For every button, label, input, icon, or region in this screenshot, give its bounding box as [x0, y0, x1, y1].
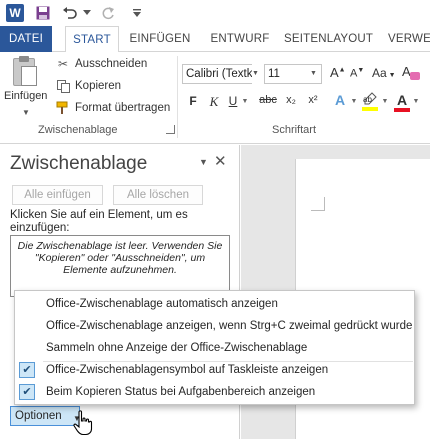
tab-start[interactable]: START: [65, 26, 119, 53]
format-painter-label: Format übertragen: [75, 102, 171, 114]
clear-formatting-icon[interactable]: A: [402, 64, 420, 82]
paintbrush-icon: [56, 101, 70, 115]
menu-item-label: Beim Kopieren Status bei Aufgabenbereich…: [46, 386, 316, 398]
undo-dropdown-icon[interactable]: [82, 3, 92, 23]
menu-item-label: Sammeln ohne Anzeige der Office-Zwischen…: [46, 342, 308, 354]
options-label: Optionen: [15, 410, 62, 422]
strikethrough-button[interactable]: abc: [256, 94, 280, 112]
redo-icon[interactable]: [100, 3, 116, 23]
svg-text:ab: ab: [363, 95, 372, 104]
paste-label: Einfügen: [4, 90, 48, 102]
tab-datei[interactable]: DATEI: [0, 26, 52, 52]
chevron-down-icon[interactable]: ▼: [22, 108, 30, 117]
font-name-field[interactable]: Calibri (Textk: [182, 64, 262, 84]
options-menu: Office-Zwischenablage automatisch anzeig…: [14, 290, 415, 405]
menu-item-label: Office-Zwischenablagensymbol auf Tasklei…: [46, 364, 329, 376]
paste-all-button[interactable]: Alle einfügen: [12, 185, 103, 205]
menu-item-taskbar-icon[interactable]: ✔ Office-Zwischenablagensymbol auf Taskl…: [15, 359, 414, 381]
text-effects-icon[interactable]: A: [332, 92, 348, 110]
clear-all-button[interactable]: Alle löschen: [113, 185, 203, 205]
highlight-color-bar: [362, 107, 378, 111]
margin-marker: [311, 197, 325, 211]
chevron-down-icon[interactable]: ▼: [412, 98, 420, 116]
options-button[interactable]: Optionen ▼: [10, 406, 81, 426]
group-divider: [177, 56, 178, 138]
menu-item-show-status[interactable]: ✔ Beim Kopieren Status bei Aufgabenberei…: [15, 381, 414, 403]
checkmark-icon: ✔: [19, 362, 35, 378]
pane-title: Zwischenablage: [10, 153, 148, 174]
chevron-down-icon[interactable]: ▼: [381, 98, 389, 116]
change-case-button[interactable]: Aa ▼: [372, 66, 396, 80]
chevron-down-icon[interactable]: ▼: [252, 64, 262, 84]
save-icon[interactable]: [35, 3, 51, 23]
italic-button[interactable]: K: [207, 94, 221, 112]
chevron-down-icon[interactable]: ▼: [310, 64, 320, 84]
font-color-icon[interactable]: A: [394, 92, 410, 112]
tab-verweise[interactable]: VERWE: [388, 26, 430, 52]
font-color-bar: [394, 108, 410, 112]
chevron-down-icon[interactable]: ▼: [241, 98, 249, 116]
ribbon: Einfügen ▼ ✂ Ausschneiden Kopieren Forma…: [0, 52, 430, 144]
shrink-font-button[interactable]: A▼: [350, 67, 364, 80]
undo-icon[interactable]: [62, 3, 78, 23]
checkmark-icon: ✔: [19, 384, 35, 400]
page-icon: [21, 66, 37, 86]
subscript-button[interactable]: x₂: [283, 94, 299, 112]
clipboard-empty-message: Die Zwischenablage ist leer. Verwenden S…: [10, 235, 230, 297]
menu-item-show-on-ctrl-c-twice[interactable]: Office-Zwischenablage anzeigen, wenn Str…: [15, 315, 414, 337]
title-bar: W: [0, 0, 430, 26]
dialog-launcher-icon[interactable]: [166, 125, 175, 134]
customize-qat-icon[interactable]: [130, 3, 144, 23]
mouse-cursor-icon: [72, 410, 94, 436]
group-clipboard-label: Zwischenablage: [38, 124, 118, 136]
pane-instructions: Klicken Sie auf ein Element, um es einzu…: [10, 209, 188, 234]
cut-button[interactable]: ✂ Ausschneiden: [56, 55, 147, 73]
tab-entwurf[interactable]: ENTWURF: [206, 26, 274, 52]
copy-icon: [56, 79, 70, 93]
word-app-icon[interactable]: W: [6, 4, 24, 22]
tab-einfuegen[interactable]: EINFÜGEN: [126, 26, 194, 52]
menu-item-label: Office-Zwischenablage automatisch anzeig…: [46, 298, 278, 310]
format-painter-button[interactable]: Format übertragen: [56, 99, 170, 117]
close-icon[interactable]: ✕: [214, 152, 227, 170]
tab-seitenlayout[interactable]: SEITENLAYOUT: [284, 26, 373, 52]
chevron-down-icon[interactable]: ▼: [350, 98, 358, 116]
menu-item-show-automatically[interactable]: Office-Zwischenablage automatisch anzeig…: [15, 293, 414, 315]
grow-font-button[interactable]: A▲: [330, 65, 346, 80]
scissors-icon: ✂: [57, 57, 69, 71]
ribbon-tabs: DATEI START EINFÜGEN ENTWURF SEITENLAYOU…: [0, 26, 430, 53]
copy-label: Kopieren: [75, 80, 122, 92]
pane-menu-icon[interactable]: ▼: [199, 157, 208, 167]
bold-button[interactable]: F: [186, 94, 200, 112]
paste-button[interactable]: Einfügen ▼: [2, 54, 50, 120]
highlight-icon[interactable]: ab: [362, 92, 380, 111]
group-font-label: Schriftart: [272, 124, 317, 136]
superscript-button[interactable]: x²: [305, 94, 321, 112]
menu-item-label: Office-Zwischenablage anzeigen, wenn Str…: [46, 320, 413, 332]
underline-button[interactable]: U: [226, 94, 240, 112]
cut-label: Ausschneiden: [75, 58, 148, 70]
copy-button[interactable]: Kopieren: [56, 77, 121, 95]
menu-item-collect-without-showing[interactable]: Sammeln ohne Anzeige der Office-Zwischen…: [15, 337, 414, 359]
